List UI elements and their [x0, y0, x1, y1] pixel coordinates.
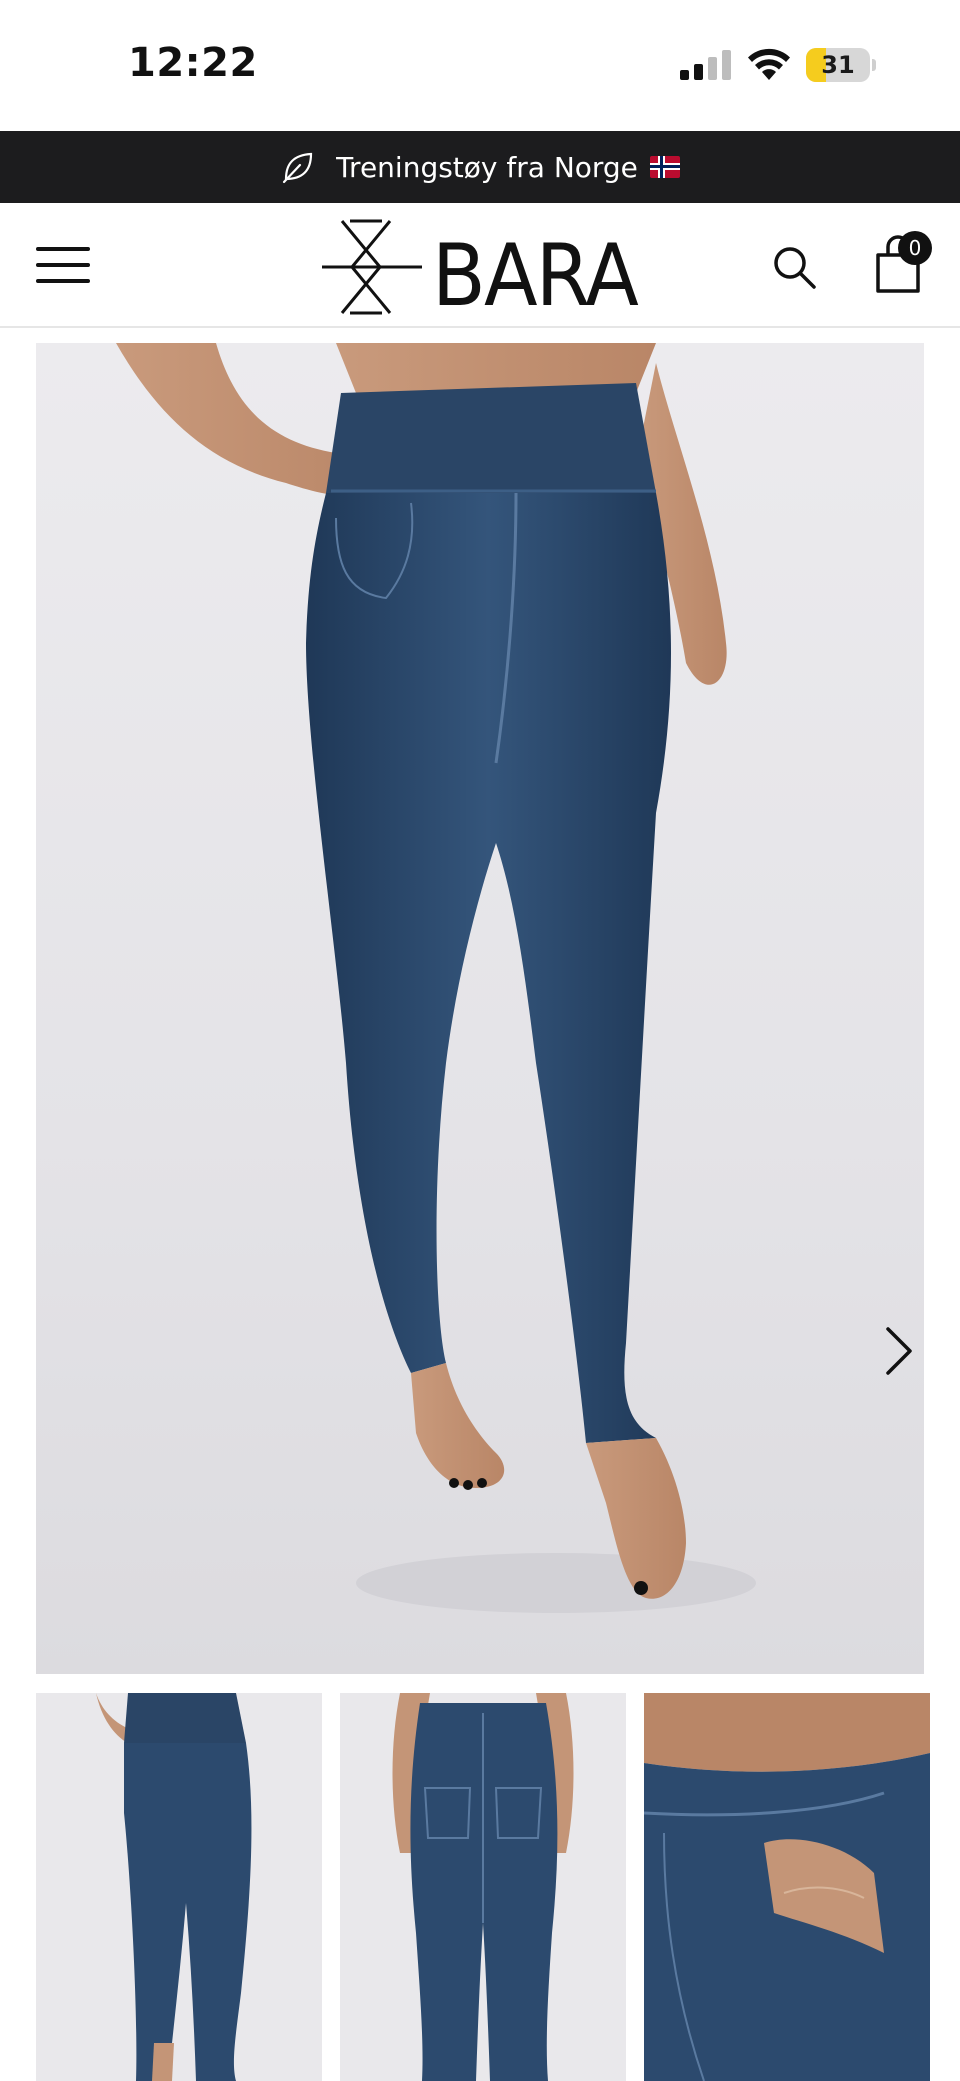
leaf-icon	[282, 152, 313, 184]
thumbnail-pocket-detail[interactable]	[644, 1693, 930, 2081]
status-bar: 12:22 31	[0, 0, 960, 131]
thumbnail-back[interactable]	[340, 1693, 626, 2081]
search-icon[interactable]	[770, 243, 818, 291]
thumbnail-strip	[36, 1693, 930, 2081]
brand-logo[interactable]: BARA	[322, 217, 642, 317]
battery-icon: 31	[806, 48, 876, 82]
status-time: 12:22	[128, 40, 258, 86]
denim-leggings-front-view	[116, 343, 756, 1613]
site-header: BARA 0	[0, 203, 960, 328]
product-main-image[interactable]	[36, 343, 924, 1674]
chevron-right-icon[interactable]	[876, 1323, 920, 1379]
norway-flag-icon	[649, 156, 680, 178]
thumbnail-front[interactable]	[36, 1693, 322, 2081]
hamburger-menu-icon[interactable]	[36, 243, 90, 287]
announcement-bar: Treningstøy fra Norge	[0, 131, 960, 203]
signal-icon	[680, 50, 731, 80]
brand-name: BARA	[432, 226, 639, 317]
announcement-text: Treningstøy fra Norge	[336, 150, 638, 184]
cart-count-badge[interactable]: 0	[898, 231, 932, 265]
battery-level: 31	[821, 51, 855, 79]
wifi-icon	[748, 48, 790, 80]
